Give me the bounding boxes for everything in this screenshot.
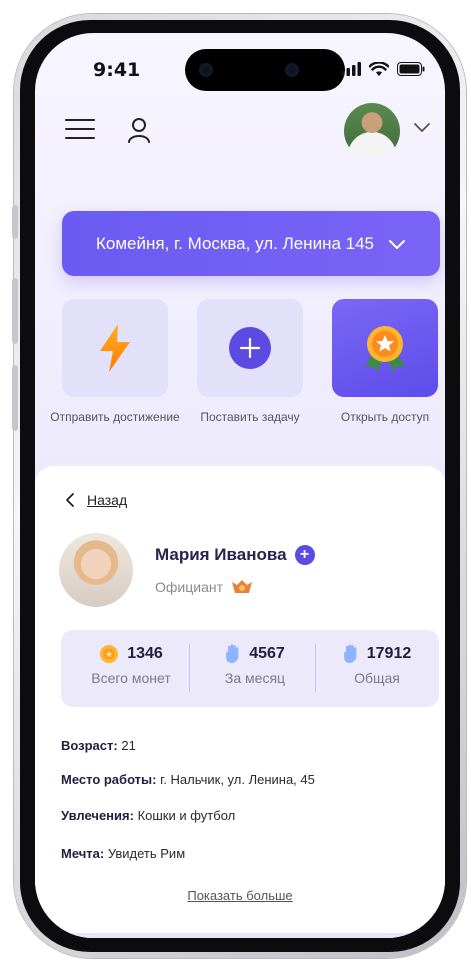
user-icon[interactable] [127, 117, 151, 143]
sensor-icon [285, 63, 299, 77]
stat-month: 4567 За месяц [197, 644, 313, 686]
badge-icon [232, 580, 252, 593]
info-workplace: Место работы: г. Нальчик, ул. Ленина, 45 [61, 772, 315, 787]
stat-value: 17912 [366, 645, 412, 662]
stat-value: 1346 [127, 645, 163, 662]
battery-icon [397, 62, 425, 76]
dynamic-island [185, 49, 345, 91]
open-access-label: Открыть доступ [340, 410, 430, 424]
profile-avatar [59, 533, 133, 607]
info-value: Увидеть Рим [107, 846, 186, 861]
coin-icon [100, 645, 119, 663]
location-selector[interactable]: Комейня, г. Москва, ул. Ленина 145 [62, 211, 440, 276]
plus-icon [229, 327, 271, 369]
profile-name-row: Мария Иванова + [155, 545, 315, 565]
bottom-strip [35, 933, 445, 938]
user-avatar[interactable] [344, 103, 400, 159]
stat-total: 17912 Общая [323, 644, 431, 686]
location-label: Комейня, г. Москва, ул. Ленина 145 [95, 233, 374, 253]
info-label: Мечта: [61, 846, 105, 861]
stat-value: 4567 [249, 645, 285, 662]
assign-task-label: Поставить задачу [200, 410, 300, 424]
profile-role-row: Официант [155, 579, 253, 595]
volume-down-button [12, 365, 18, 431]
info-value: г. Нальчик, ул. Ленина, 45 [160, 772, 315, 787]
assign-task-button[interactable] [197, 299, 303, 397]
wifi-icon [369, 61, 389, 76]
app-screen: 9:41 Комейня, г. Москва, ул. Ленина 145 … [35, 33, 445, 938]
status-icons [341, 59, 425, 79]
send-achievement-label: Отправить достижение [50, 410, 180, 424]
stat-label: За месяц [224, 670, 286, 686]
status-time: 9:41 [93, 59, 141, 81]
send-achievement-button[interactable] [62, 299, 168, 397]
info-hobbies: Увлечения: Кошки и футбол [61, 808, 235, 823]
lightning-icon [100, 324, 130, 372]
chevron-down-icon[interactable] [413, 121, 431, 133]
stats-panel: 1346 Всего монет 4567 За месяц 17912 Общ… [61, 630, 439, 707]
menu-icon[interactable] [65, 119, 97, 143]
profile-name: Мария Иванова [155, 545, 287, 564]
info-dream: Мечта: Увидеть Рим [61, 846, 185, 861]
camera-icon [199, 63, 213, 77]
volume-up-button [12, 278, 18, 344]
add-icon[interactable]: + [294, 545, 315, 565]
chevron-left-icon [66, 493, 74, 507]
hand-icon [226, 644, 239, 663]
back-button[interactable]: Назад [65, 492, 127, 508]
show-more-link[interactable]: Показать больше [35, 888, 445, 903]
stat-total-coins: 1346 Всего монет [75, 644, 187, 686]
stat-label: Общая [354, 670, 400, 686]
stat-label: Всего монет [91, 670, 171, 686]
stat-divider [189, 644, 190, 692]
info-value: 21 [121, 738, 136, 753]
hand-icon [343, 644, 357, 663]
info-label: Увлечения: [61, 808, 134, 823]
chevron-down-icon [389, 239, 405, 249]
open-access-button[interactable] [332, 299, 438, 397]
back-label: Назад [87, 492, 128, 508]
info-value: Кошки и футбол [137, 808, 236, 823]
info-label: Возраст: [61, 738, 118, 753]
info-label: Место работы: [61, 772, 157, 787]
medal-icon [365, 326, 405, 372]
stat-divider [315, 644, 316, 692]
info-age: Возраст: 21 [61, 738, 136, 753]
mute-switch [12, 205, 18, 239]
profile-role: Официант [155, 579, 223, 595]
signal-icon [341, 62, 361, 76]
